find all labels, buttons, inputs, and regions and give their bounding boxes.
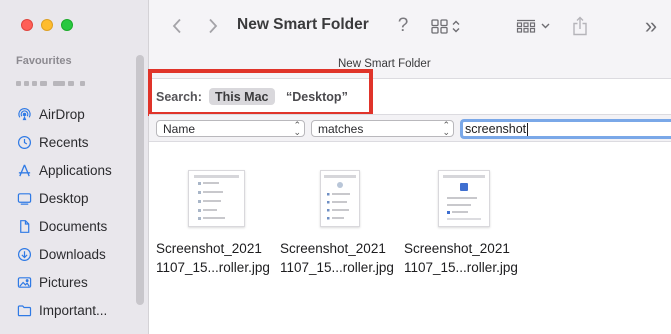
forward-button[interactable] xyxy=(203,14,223,38)
sidebar-item-desktop[interactable]: Desktop xyxy=(16,188,89,208)
minimize-window-button[interactable] xyxy=(41,19,53,31)
group-by-button[interactable] xyxy=(515,14,551,38)
back-button[interactable] xyxy=(167,14,187,38)
close-window-button[interactable] xyxy=(21,19,33,31)
sidebar-item-downloads[interactable]: Downloads xyxy=(16,244,106,264)
file-thumbnail xyxy=(320,170,360,227)
file-item[interactable]: Screenshot_2021 1107_15...roller.jpg xyxy=(404,170,524,277)
applications-icon xyxy=(16,162,32,178)
download-icon xyxy=(16,246,32,262)
sidebar-item-pictures[interactable]: Pictures xyxy=(16,272,88,292)
sidebar-item-label: Downloads xyxy=(39,246,106,262)
attribute-value: Name xyxy=(163,121,196,136)
screenshot-preview-icon xyxy=(324,175,356,220)
text-cursor xyxy=(527,122,529,136)
chevron-updown-icon: ⌃ ⌄ xyxy=(442,120,450,137)
search-query-input[interactable]: screenshot xyxy=(460,119,671,139)
sidebar-item-label: Pictures xyxy=(39,274,88,290)
operator-value: matches xyxy=(318,121,364,136)
sidebar: Favourites AirDrop Recents Applications … xyxy=(0,0,149,334)
sidebar-item-label: Documents xyxy=(39,218,108,234)
zoom-window-button[interactable] xyxy=(61,19,73,31)
toolbar: New Smart Folder ? » xyxy=(149,0,671,52)
sidebar-item-label: Desktop xyxy=(39,190,89,206)
sidebar-item-recents[interactable]: Recents xyxy=(16,132,89,152)
operator-popup[interactable]: matches ⌃ ⌄ xyxy=(311,120,454,137)
chevron-right-icon xyxy=(209,18,218,34)
screenshot-preview-icon xyxy=(443,175,485,220)
share-icon xyxy=(573,16,587,36)
file-grid: Screenshot_2021 1107_15...roller.jpg Scr… xyxy=(149,143,671,334)
sidebar-item-airdrop[interactable]: AirDrop xyxy=(16,104,85,124)
sidebar-item-applications[interactable]: Applications xyxy=(16,160,112,180)
share-button[interactable] xyxy=(569,14,591,38)
screenshot-preview-icon xyxy=(193,175,239,220)
redacted-sidebar-item xyxy=(16,81,85,86)
chevron-updown-icon: ⌃ ⌄ xyxy=(293,120,301,137)
sidebar-item-label: AirDrop xyxy=(39,106,85,122)
file-thumbnail xyxy=(438,170,490,227)
group-icon xyxy=(516,19,536,33)
file-thumbnail xyxy=(187,170,245,227)
sidebar-scrollbar[interactable] xyxy=(136,55,144,305)
file-item[interactable]: Screenshot_2021 1107_15...roller.jpg xyxy=(156,170,276,277)
attribute-popup[interactable]: Name ⌃ ⌄ xyxy=(156,120,305,137)
sidebar-item-documents[interactable]: Documents xyxy=(16,216,107,236)
sidebar-item-important[interactable]: Important... xyxy=(16,300,107,320)
more-toolbar-items-button[interactable]: » xyxy=(641,13,661,38)
annotation-highlight-box xyxy=(148,69,373,116)
search-query-text: screenshot xyxy=(465,122,527,136)
grid-view-icon xyxy=(430,18,448,34)
folder-icon xyxy=(16,302,32,318)
file-name: Screenshot_2021 1107_15...roller.jpg xyxy=(156,241,270,275)
chevron-updown-icon xyxy=(452,20,459,32)
sidebar-item-label: Recents xyxy=(39,134,89,150)
help-button[interactable]: ? xyxy=(393,14,413,38)
sidebar-item-label: Important... xyxy=(39,302,108,318)
document-icon xyxy=(16,218,32,234)
file-name: Screenshot_2021 1107_15...roller.jpg xyxy=(404,241,518,275)
clock-icon xyxy=(16,134,32,150)
search-criteria-row: Name ⌃ ⌄ matches ⌃ ⌄ screenshot xyxy=(149,114,671,142)
sidebar-item-label: Applications xyxy=(39,162,112,178)
file-name: Screenshot_2021 1107_15...roller.jpg xyxy=(280,241,394,275)
photo-icon xyxy=(16,274,32,290)
file-item[interactable]: Screenshot_2021 1107_15...roller.jpg xyxy=(280,170,400,277)
chevron-down-icon xyxy=(541,23,550,29)
chevron-left-icon xyxy=(172,18,181,34)
view-mode-button[interactable] xyxy=(427,14,463,38)
airdrop-icon xyxy=(16,106,32,122)
desktop-icon xyxy=(16,190,32,206)
window-title: New Smart Folder xyxy=(237,16,369,33)
sidebar-section-title: Favourites xyxy=(16,55,72,67)
